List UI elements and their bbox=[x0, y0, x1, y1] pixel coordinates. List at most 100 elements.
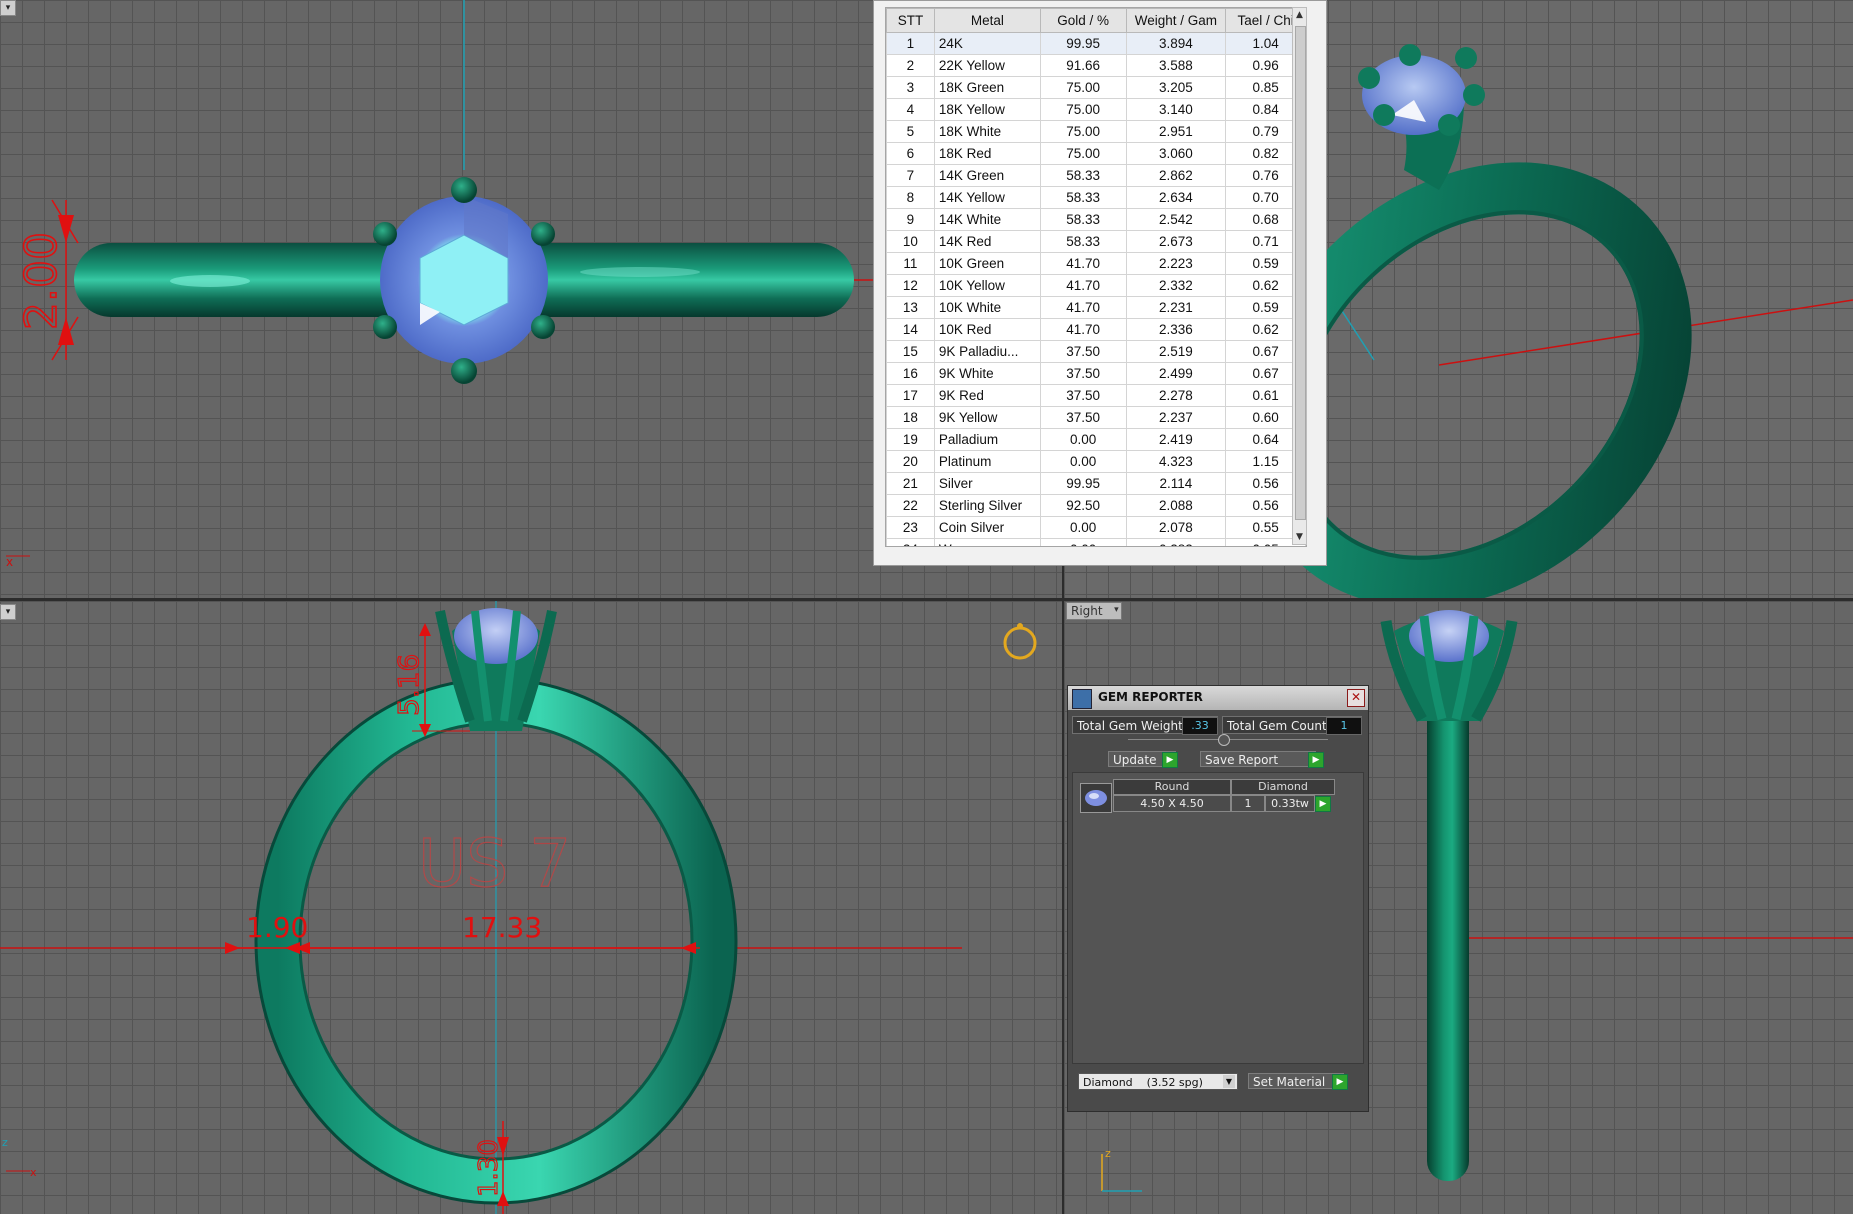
orbit-gizmo-icon[interactable] bbox=[1003, 626, 1037, 660]
dimension-prong-height: 5.16 bbox=[392, 654, 425, 716]
front-viewport[interactable]: 5.16 US 7 1.90 17.33 1.30 z x ▾ bbox=[0, 601, 1062, 1214]
cell-weight: 2.231 bbox=[1125, 296, 1227, 319]
table-row[interactable]: 7 14K Green 58.33 2.862 0.76 bbox=[886, 164, 1306, 187]
cell-weight: 2.223 bbox=[1125, 252, 1227, 275]
table-row[interactable]: 17 9K Red 37.50 2.278 0.61 bbox=[886, 384, 1306, 407]
cell-weight: 3.894 bbox=[1125, 32, 1227, 55]
axis-x-label-front: x bbox=[30, 1166, 37, 1179]
table-row[interactable]: 8 14K Yellow 58.33 2.634 0.70 bbox=[886, 186, 1306, 209]
prong-5 bbox=[373, 315, 397, 339]
cell-gold: 75.00 bbox=[1039, 98, 1127, 121]
gem-size: 4.50 X 4.50 bbox=[1113, 795, 1231, 812]
ring-shank-right bbox=[1427, 701, 1469, 1181]
table-row[interactable]: 2 22K Yellow 91.66 3.588 0.96 bbox=[886, 54, 1306, 77]
total-gem-weight-value: .33 bbox=[1182, 717, 1218, 735]
metal-table-scrollbar[interactable]: ▲ ▼ bbox=[1292, 7, 1307, 545]
cell-weight: 2.862 bbox=[1125, 164, 1227, 187]
cell-gold: 99.95 bbox=[1039, 32, 1127, 55]
col-header-stt[interactable]: STT bbox=[886, 8, 935, 33]
prong-3 bbox=[373, 222, 397, 246]
cell-metal: 10K Yellow bbox=[933, 274, 1041, 297]
cell-stt: 11 bbox=[886, 252, 935, 275]
table-row[interactable]: 13 10K White 41.70 2.231 0.59 bbox=[886, 296, 1306, 319]
cell-weight: 2.237 bbox=[1125, 406, 1227, 429]
table-row[interactable]: 21 Silver 99.95 2.114 0.56 bbox=[886, 472, 1306, 495]
cell-weight: 2.088 bbox=[1125, 494, 1227, 517]
cell-stt: 8 bbox=[886, 186, 935, 209]
col-header-weight[interactable]: Weight / Gam bbox=[1125, 8, 1227, 33]
table-row[interactable]: 12 10K Yellow 41.70 2.332 0.62 bbox=[886, 274, 1306, 297]
save-report-button[interactable]: Save Report bbox=[1200, 751, 1316, 767]
cell-metal: 10K White bbox=[933, 296, 1041, 319]
table-row[interactable]: 9 14K White 58.33 2.542 0.68 bbox=[886, 208, 1306, 231]
cell-gold: 37.50 bbox=[1039, 406, 1127, 429]
set-material-button-label: Set Material bbox=[1253, 1075, 1326, 1089]
gem-carat: 0.33tw bbox=[1265, 795, 1315, 812]
table-row[interactable]: 3 18K Green 75.00 3.205 0.85 bbox=[886, 76, 1306, 99]
set-material-button[interactable]: Set Material bbox=[1248, 1073, 1344, 1089]
scroll-up-icon[interactable]: ▲ bbox=[1293, 8, 1306, 22]
cell-stt: 12 bbox=[886, 274, 935, 297]
gem-row-go-icon[interactable]: ▶ bbox=[1315, 796, 1331, 812]
cell-gold: 75.00 bbox=[1039, 76, 1127, 99]
save-report-go-icon[interactable]: ▶ bbox=[1308, 752, 1324, 768]
viewport-menu-top[interactable]: ▾ bbox=[0, 0, 16, 16]
cell-metal: 18K White bbox=[933, 120, 1041, 143]
table-row[interactable]: 20 Platinum 0.00 4.323 1.15 bbox=[886, 450, 1306, 473]
cell-metal: Wax bbox=[933, 538, 1041, 546]
metal-weight-table[interactable]: STT Metal Gold / % Weight / Gam Tael / C… bbox=[885, 7, 1307, 547]
col-header-metal[interactable]: Metal bbox=[933, 8, 1041, 33]
cell-weight: 3.140 bbox=[1125, 98, 1227, 121]
cell-metal: Palladium bbox=[933, 428, 1041, 451]
viewport-label-right[interactable]: Right ▾ bbox=[1066, 602, 1122, 620]
close-icon[interactable]: ✕ bbox=[1347, 689, 1365, 707]
col-header-gold[interactable]: Gold / % bbox=[1039, 8, 1127, 33]
prong-4 bbox=[531, 222, 555, 246]
cell-gold: 0.00 bbox=[1039, 428, 1127, 451]
metal-weight-panel: STT Metal Gold / % Weight / Gam Tael / C… bbox=[873, 0, 1327, 566]
update-go-icon[interactable]: ▶ bbox=[1162, 752, 1178, 768]
cell-metal: 10K Red bbox=[933, 318, 1041, 341]
dimension-inner-diameter: 17.33 bbox=[462, 911, 542, 944]
table-row[interactable]: 6 18K Red 75.00 3.060 0.82 bbox=[886, 142, 1306, 165]
cell-weight: 2.114 bbox=[1125, 472, 1227, 495]
set-material-go-icon[interactable]: ▶ bbox=[1332, 1074, 1348, 1090]
table-row[interactable]: 1 24K 99.95 3.894 1.04 bbox=[886, 32, 1306, 55]
cell-weight: 2.278 bbox=[1125, 384, 1227, 407]
table-row[interactable]: 24Wax0.000.2820.05 bbox=[886, 538, 1306, 546]
scrollbar-thumb[interactable] bbox=[1295, 26, 1306, 520]
table-row[interactable]: 14 10K Red 41.70 2.336 0.62 bbox=[886, 318, 1306, 341]
cell-stt: 18 bbox=[886, 406, 935, 429]
update-button-label: Update bbox=[1113, 753, 1157, 767]
cell-gold: 0.00 bbox=[1039, 450, 1127, 473]
cell-weight: 3.205 bbox=[1125, 76, 1227, 99]
cell-metal: 18K Red bbox=[933, 142, 1041, 165]
table-row[interactable]: 5 18K White 75.00 2.951 0.79 bbox=[886, 120, 1306, 143]
viewport-menu-front[interactable]: ▾ bbox=[0, 604, 16, 620]
prong-6 bbox=[531, 315, 555, 339]
cell-weight: 4.323 bbox=[1125, 450, 1227, 473]
table-row[interactable]: 22 Sterling Silver 92.50 2.088 0.56 bbox=[886, 494, 1306, 517]
scroll-down-icon[interactable]: ▼ bbox=[1293, 530, 1306, 544]
cell-stt: 20 bbox=[886, 450, 935, 473]
material-select[interactable]: Diamond (3.52 spg) ▼ bbox=[1078, 1073, 1238, 1090]
material-select-value: Diamond (3.52 spg) bbox=[1083, 1076, 1203, 1089]
cell-gold: 0.00 bbox=[1039, 516, 1127, 539]
cell-weight: 2.332 bbox=[1125, 274, 1227, 297]
table-row[interactable]: 16 9K White 37.50 2.499 0.67 bbox=[886, 362, 1306, 385]
table-row[interactable]: 10 14K Red 58.33 2.673 0.71 bbox=[886, 230, 1306, 253]
table-row[interactable]: 23 Coin Silver 0.00 2.078 0.55 bbox=[886, 516, 1306, 539]
table-row[interactable]: 19 Palladium 0.00 2.419 0.64 bbox=[886, 428, 1306, 451]
gem-reporter-titlebar[interactable]: GEM REPORTER ✕ bbox=[1068, 686, 1368, 710]
collapse-toggle-icon[interactable] bbox=[1218, 734, 1230, 746]
gem-reporter-app-icon bbox=[1072, 689, 1092, 709]
table-row[interactable]: 18 9K Yellow 37.50 2.237 0.60 bbox=[886, 406, 1306, 429]
table-row[interactable]: 4 18K Yellow 75.00 3.140 0.84 bbox=[886, 98, 1306, 121]
viewport-divider-horizontal[interactable] bbox=[0, 598, 1853, 601]
cell-weight: 2.336 bbox=[1125, 318, 1227, 341]
gem-col-round: Round bbox=[1113, 779, 1231, 795]
table-row[interactable]: 11 10K Green 41.70 2.223 0.59 bbox=[886, 252, 1306, 275]
cell-metal: 22K Yellow bbox=[933, 54, 1041, 77]
cell-stt: 17 bbox=[886, 384, 935, 407]
table-row[interactable]: 15 9K Palladiu... 37.50 2.519 0.67 bbox=[886, 340, 1306, 363]
